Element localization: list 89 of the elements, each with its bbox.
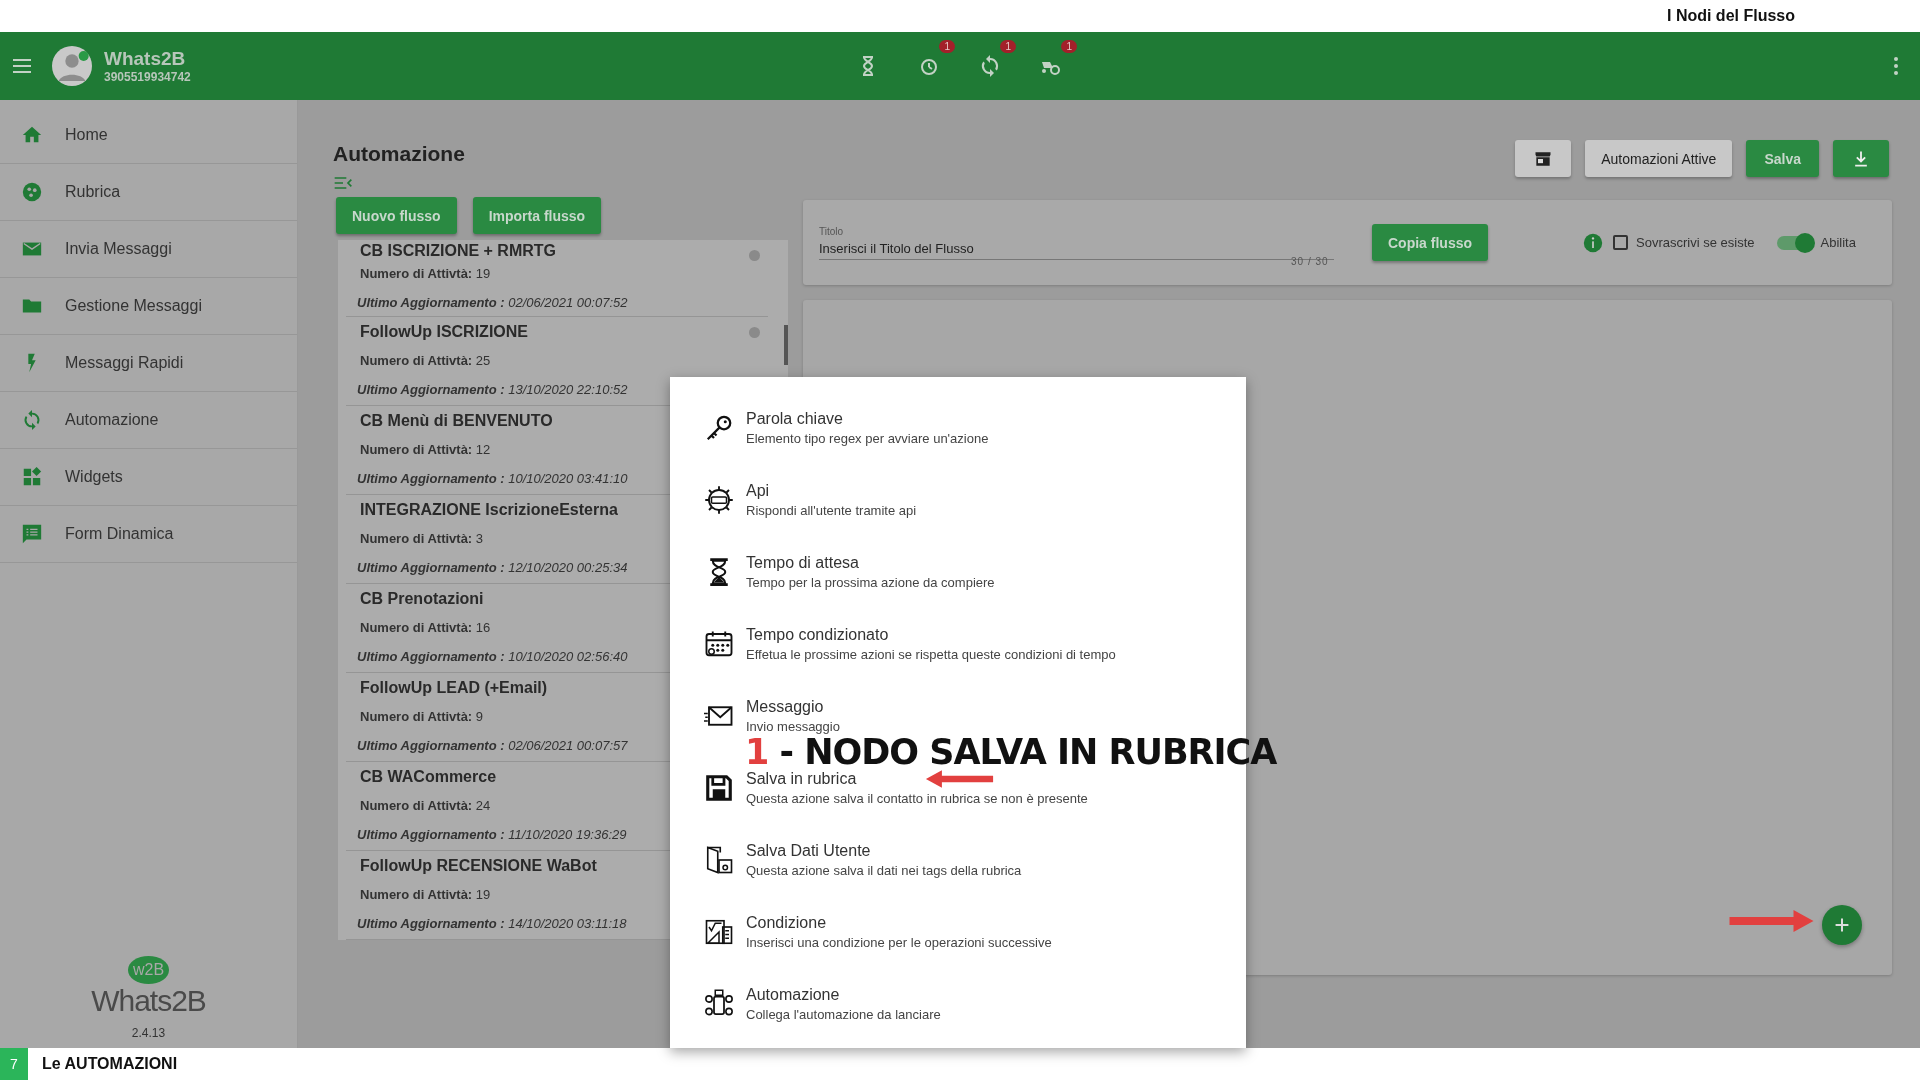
status-dot: [749, 250, 760, 261]
flow-button[interactable]: Nuovo flusso: [336, 197, 457, 234]
last-updated: Ultimo Aggiornamento : 02/06/2021 00:07:57: [357, 738, 628, 753]
item-description: Inserisci una condizione per le operazioni successive: [746, 935, 1052, 950]
activity-count: Numero di Attivtà: 19: [360, 887, 491, 904]
flow-name: CB WACommerce: [360, 768, 497, 787]
item-description: Invio messaggio: [746, 719, 840, 734]
version-label: 2.4.13: [131, 1026, 166, 1040]
item-description: Effetua le prossime azioni se rispetta queste condizioni di tempo: [746, 647, 1116, 662]
flow-name: FollowUp RECENSIONE WaBot: [360, 857, 597, 876]
item-title: Api: [746, 482, 770, 500]
sidebar-item[interactable]: Invia Messaggi: [0, 221, 297, 278]
activity-count: Numero di Attivtà: 12: [360, 442, 491, 459]
activity-count: Numero di Attivtà: 16: [360, 620, 491, 637]
calculator-icon: [704, 917, 734, 947]
sidebar-item[interactable]: Widgets: [0, 449, 297, 506]
item-title: Messaggio: [746, 698, 824, 716]
flow-button[interactable]: Importa flusso: [472, 197, 602, 234]
section-title: Le AUTOMAZIONI: [42, 1055, 178, 1073]
item-title: Salva in rubrica: [746, 770, 857, 788]
toggle-switch[interactable]: [1776, 235, 1813, 250]
flow-name: CB Prenotazioni: [360, 590, 484, 609]
last-updated: Ultimo Aggiornamento : 11/10/2020 19:36:29: [357, 827, 627, 842]
phone-number: 3905519934742: [104, 70, 191, 84]
page-title: Automazione: [333, 142, 466, 166]
page-number: 7: [0, 1048, 28, 1080]
item-title: Parola chiave: [746, 410, 843, 428]
logo-text: Whats2B: [91, 984, 206, 1018]
people-icon: [21, 181, 43, 203]
key-icon: [704, 413, 734, 443]
flow-name: CB Menù di BENVENUTO: [360, 412, 553, 431]
widgets-icon: [21, 466, 43, 488]
item-description: Questa azione salva il contatto in rubrica se non è presente: [746, 791, 1088, 806]
item-description: Elemento tipo regex per avviare un'azione: [746, 431, 989, 446]
item-title: Automazione: [746, 986, 840, 1004]
sidebar-item[interactable]: Automazione: [0, 392, 297, 449]
toggle-label: Abilita: [1820, 235, 1856, 250]
count-badge: 1: [1061, 40, 1077, 53]
activity-count: Numero di Attivtà: 3: [360, 531, 484, 548]
last-updated: Ultimo Aggiornamento : 12/10/2020 00:25:34: [357, 560, 628, 575]
info-icon[interactable]: [1583, 232, 1603, 253]
status-dot: [749, 327, 760, 338]
last-updated: Ultimo Aggiornamento : 14/10/2020 03:11:18: [357, 916, 627, 931]
checkbox-label: Sovrascrivi se esiste: [1636, 235, 1755, 250]
sidebar-item[interactable]: Gestione Messaggi: [0, 278, 297, 335]
save-button[interactable]: Salva: [1746, 140, 1819, 177]
sidebar-item[interactable]: Home: [0, 107, 297, 164]
item-title: Tempo di attesa: [746, 554, 859, 572]
chat-list-icon: [21, 523, 43, 545]
count-badge: 1: [1000, 40, 1016, 53]
activity-count: Numero di Attivtà: 19: [360, 266, 491, 283]
item-title: Condizione: [746, 914, 827, 932]
item-description: Questa azione salva il dati nei tags della rubrica: [746, 863, 1022, 878]
flow-name: FollowUp LEAD (+Email): [360, 679, 548, 698]
store-button[interactable]: [1515, 140, 1572, 177]
active-automations-button[interactable]: Automazioni Attive: [1585, 140, 1733, 177]
activity-count: Numero di Attivtà: 9: [360, 709, 484, 726]
copy-flow-button[interactable]: Copia flusso: [1372, 224, 1488, 261]
download-button[interactable]: [1833, 140, 1889, 177]
add-button[interactable]: [1822, 905, 1862, 945]
last-updated: Ultimo Aggiornamento : 02/06/2021 00:07:52: [357, 295, 628, 310]
item-description: Collega l'automazione da lanciare: [746, 1007, 941, 1022]
checkbox[interactable]: [1613, 235, 1628, 250]
scrollbar-thumb[interactable]: [784, 325, 788, 365]
last-updated: Ultimo Aggiornamento : 13/10/2020 22:10:52: [357, 382, 628, 397]
field-label: Titolo: [819, 225, 845, 237]
sidebar-item[interactable]: Messaggi Rapidi: [0, 335, 297, 392]
avatar-icon: [52, 46, 92, 86]
logo-badge: w2B: [127, 956, 170, 984]
field-value: Inserisci il Titolo del Flusso: [819, 240, 975, 256]
last-updated: Ultimo Aggiornamento : 10/10/2020 03:41:10: [357, 471, 628, 486]
count-badge: 1: [939, 40, 955, 53]
activity-count: Numero di Attivtà: 25: [360, 353, 491, 370]
item-title: Salva Dati Utente: [746, 842, 871, 860]
item-description: Rispondi all'utente tramite api: [746, 503, 917, 518]
activity-count: Numero di Attivtà: 24: [360, 798, 491, 815]
slide-title: I Nodi del Flusso: [1667, 7, 1795, 25]
sidebar-item[interactable]: Rubrica: [0, 164, 297, 221]
item-title: Tempo condizionato: [746, 626, 889, 644]
gear-icon: [704, 485, 734, 515]
sidebar-item[interactable]: Form Dinamica: [0, 506, 297, 563]
calendar-icon: [704, 629, 734, 659]
last-updated: Ultimo Aggiornamento : 10/10/2020 02:56:40: [357, 649, 628, 664]
flow-name: CB ISCRIZIONE + RMRTG: [360, 242, 556, 261]
item-description: Tempo per la prossima azione da compiere: [746, 575, 995, 590]
account-name: Whats2B: [104, 48, 187, 70]
annotation-label: 1 - NODO SALVA IN RUBRICA: [745, 735, 1277, 770]
flow-name: INTEGRAZIONE IscrizioneEsterna: [360, 501, 618, 520]
flow-name: FollowUp ISCRIZIONE: [360, 323, 528, 342]
